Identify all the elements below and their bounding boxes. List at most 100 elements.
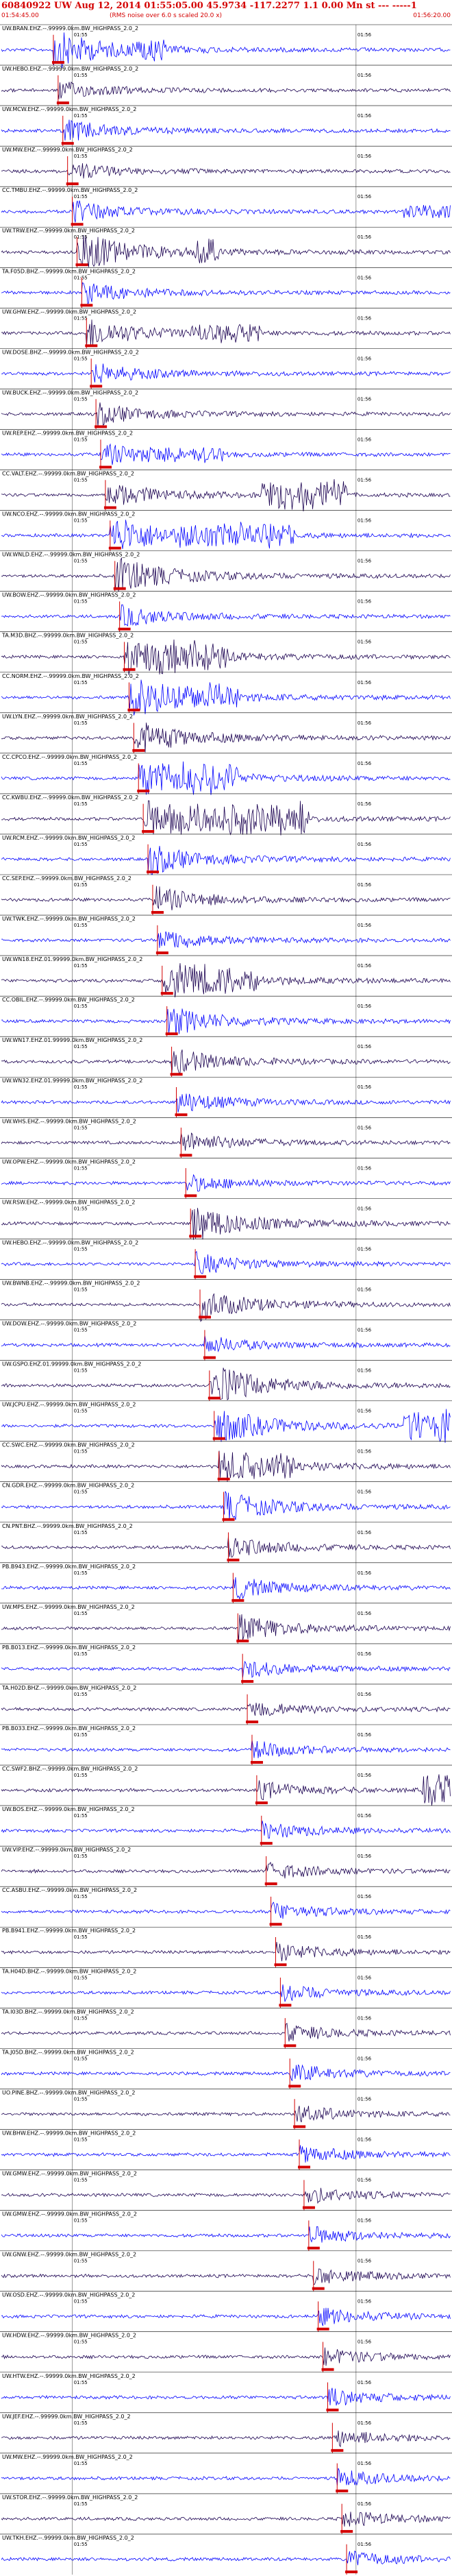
time-tick-label: 01:55 — [74, 1206, 88, 1211]
waveform-trace — [1, 235, 451, 267]
time-tick-label: 01:56 — [357, 2299, 372, 2305]
waveform-trace — [1, 604, 451, 627]
time-tick-label: 01:56 — [357, 113, 372, 119]
time-tick-label: 01:56 — [357, 1368, 372, 1374]
time-tick-label: 01:55 — [74, 1894, 88, 1899]
channel-56: UW.OSD.EHZ.--.99999.0km.BW_HIGHPASS_2.0_… — [0, 2291, 452, 2332]
pick-marker — [95, 425, 108, 428]
pick-marker — [241, 1679, 254, 1683]
waveform-trace — [1, 520, 451, 549]
time-tick-label: 01:56 — [357, 640, 372, 645]
pick-marker — [340, 2529, 353, 2533]
channel-label: UW.BOS.EHZ.--.99999.0km.BW_HIGHPASS_2.0_… — [2, 1806, 135, 1812]
channel-10: UW.REP.EHZ.--.99999.0km.BW_HIGHPASS_2.0_… — [0, 429, 452, 470]
time-tick-label: 01:55 — [74, 1165, 88, 1171]
time-tick-label: 01:56 — [357, 2461, 372, 2466]
pick-marker — [56, 101, 69, 105]
channel-41: TA.H02D.BHZ.--.99999.0km.BW_HIGHPASS_2.0… — [0, 1684, 452, 1725]
time-tick-label: 01:55 — [74, 1732, 88, 1738]
waveform-trace — [1, 1862, 451, 1879]
waveform-trace — [1, 845, 451, 875]
time-tick-label: 01:56 — [357, 2420, 372, 2426]
time-tick-label: 01:55 — [74, 2178, 88, 2183]
channel-0: UW.BRAN.EHZ.--.99999.0km.BW_HIGHPASS_2.0… — [0, 24, 452, 69]
channel-43: CC.SWF2.BHZ.--.99999.0km.BW_HIGHPASS_2.0… — [0, 1764, 452, 1806]
time-tick-label: 01:56 — [357, 315, 372, 321]
channel-label: TA.J05D.BHZ.--.99999.0km.BW_HIGHPASS_2.0… — [1, 2049, 134, 2055]
pick-marker — [189, 1235, 202, 1238]
waveform-trace — [1, 2064, 451, 2081]
waveform-trace — [1, 761, 451, 795]
channel-23: UW.WN18.EHZ.01.99999.0km.BW_HIGHPASS_2.0… — [0, 955, 452, 998]
waveform-trace — [1, 478, 451, 512]
channel-label: UW.HDW.EHZ.--.99999.0km.BW_HIGHPASS_2.0_… — [2, 2333, 136, 2339]
pick-marker — [336, 2489, 349, 2492]
waveform-trace — [1, 319, 451, 346]
waveform-trace — [1, 402, 451, 427]
channel-15: TA.M3D.BHZ.--.99999.0km.BW_HIGHPASS_2.0_… — [0, 631, 452, 675]
time-tick-label: 01:55 — [74, 1084, 88, 1090]
channel-label: UW.STOR.EHZ.--.99999.0km.BW_HIGHPASS_2.0… — [2, 2494, 138, 2501]
waveform-trace — [1, 2550, 451, 2566]
time-tick-label: 01:55 — [74, 720, 88, 726]
time-tick-label: 01:55 — [74, 478, 88, 483]
time-tick-label: 01:55 — [74, 1004, 88, 1009]
waveform-trace — [1, 679, 451, 716]
time-tick-label: 01:55 — [74, 2137, 88, 2142]
time-tick-label: 01:56 — [357, 1975, 372, 1980]
channel-2: UW.MCW.EHZ.--.99999.0km.BW_HIGHPASS_2.0_… — [0, 105, 452, 147]
time-tick-label: 01:55 — [74, 1813, 88, 1819]
time-tick-label: 01:56 — [357, 1449, 372, 1455]
channel-44: UW.BOS.EHZ.--.99999.0km.BW_HIGHPASS_2.0_… — [0, 1805, 452, 1847]
time-tick-label: 01:56 — [357, 2218, 372, 2224]
time-tick-label: 01:56 — [357, 356, 372, 361]
waveform-trace — [1, 2187, 451, 2204]
channel-3: UW.MW.EHZ.--.99999.0km.BW_HIGHPASS_2.0_2… — [0, 145, 452, 187]
channel-label: UW.JEF.EHZ.--.99999.0km.BW_HIGHPASS_2.0_… — [2, 2414, 131, 2420]
pick-marker — [103, 506, 116, 509]
channel-34: UW.JCPU.EHZ.--.99999.0km.BW_HIGHPASS_2.0… — [0, 1400, 452, 1443]
waveform-trace — [1, 200, 451, 223]
time-tick-label: 01:56 — [357, 1125, 372, 1130]
seismogram-plot: UW.BRAN.EHZ.--.99999.0km.BW_HIGHPASS_2.0… — [0, 24, 452, 2575]
pick-marker — [151, 911, 164, 914]
time-tick-label: 01:55 — [74, 2218, 88, 2224]
pick-marker — [279, 2004, 292, 2007]
time-tick-label: 01:56 — [357, 1651, 372, 1657]
time-tick-label: 01:56 — [357, 2096, 372, 2102]
time-tick-label: 01:56 — [357, 2137, 372, 2142]
channel-7: UW.GHW.EHZ.--.99999.0km.BW_HIGHPASS_2.0_… — [0, 308, 452, 349]
channel-label: UW.RCM.EHZ.--.99999.0km.BW_HIGHPASS_2.0_… — [2, 835, 136, 841]
channel-label: UW.BHW.EHZ.--.99999.0km.BW_HIGHPASS_2.0_… — [2, 2130, 136, 2136]
pick-marker — [175, 1113, 188, 1117]
channel-19: CC.KWBU.EHZ.--.99999.0km.BW_HIGHPASS_2.0… — [0, 793, 452, 836]
pick-marker — [302, 2206, 315, 2209]
channel-label: UW.LYN.EHZ.--.99999.0km.BW_HIGHPASS_2.0_… — [2, 714, 133, 720]
waveform-trace — [1, 1293, 451, 1322]
time-tick-label: 01:55 — [74, 882, 88, 888]
channel-label: CN.PNT.BHZ.--.99999.0km.BW_HIGHPASS_2.0_… — [2, 1523, 133, 1529]
channel-label: UW.HTW.EHZ.--.99999.0km.BW_HIGHPASS_2.0_… — [2, 2373, 136, 2379]
time-tick-label: 01:56 — [357, 1044, 372, 1049]
waveform-trace — [1, 2023, 451, 2042]
channel-36: CN.GDR.EHZ.--.99999.0km.BW_HIGHPASS_2.0_… — [0, 1481, 452, 1522]
channel-50: TA.J05D.BHZ.--.99999.0km.BW_HIGHPASS_2.0… — [0, 2048, 452, 2089]
time-tick-label: 01:56 — [357, 761, 372, 766]
channel-label: UW.JCPU.EHZ.--.99999.0km.BW_HIGHPASS_2.0… — [2, 1402, 136, 1408]
channel-label: UW.BUCK.EHZ.--.99999.0km.BW_HIGHPASS_2.0… — [2, 389, 138, 396]
pick-marker — [170, 1073, 183, 1076]
channel-label: UW.GHW.EHZ.--.99999.0km.BW_HIGHPASS_2.0_… — [2, 308, 136, 315]
pick-marker — [66, 182, 79, 186]
channel-35: CC.SWC.EHZ.--.99999.0km.BW_HIGHPASS_2.0_… — [0, 1441, 452, 1482]
channel-5: UW.TRW.EHZ.--.99999.0km.BW_HIGHPASS_2.0_… — [0, 226, 452, 268]
time-tick-label: 01:55 — [74, 1044, 88, 1049]
waveform-trace — [1, 1335, 451, 1352]
channel-55: UW.GNW.EHZ.--.99999.0km.BW_HIGHPASS_2.0_… — [0, 2250, 452, 2292]
pick-marker — [184, 1194, 197, 1198]
pick-marker — [90, 385, 103, 388]
pick-marker — [321, 2368, 334, 2371]
waveform-trace — [1, 2430, 451, 2448]
channel-42: PB.B033.EHZ.--.99999.0km.BW_HIGHPASS_2.0… — [0, 1724, 452, 1766]
channel-label: UW.BOW.EHZ.--.99999.0km.BW_HIGHPASS_2.0_… — [2, 592, 136, 598]
time-tick-label: 01:56 — [357, 154, 372, 159]
